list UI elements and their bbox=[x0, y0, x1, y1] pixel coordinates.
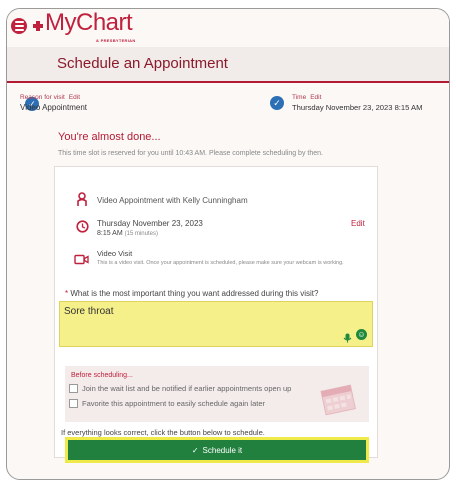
emoji-icon[interactable]: ☺ bbox=[356, 329, 367, 340]
before-scheduling-title: Before scheduling... bbox=[71, 372, 133, 379]
time-text: 8:15 AM bbox=[97, 230, 123, 237]
time-value: Thursday November 23, 2023 8:15 AM bbox=[292, 103, 423, 112]
brand-header: MyChart & PRESBYTERIAN bbox=[7, 9, 449, 47]
logo-subtext: & PRESBYTERIAN bbox=[96, 38, 136, 43]
wait-list-checkbox[interactable] bbox=[69, 384, 78, 393]
reason-value: Video Appointment bbox=[20, 103, 88, 112]
required-mark: * bbox=[65, 289, 69, 298]
favorite-label: Favorite this appointment to easily sche… bbox=[82, 399, 266, 408]
visit-question: * What is the most important thing you w… bbox=[65, 289, 318, 298]
visit-title: Video Visit bbox=[97, 249, 133, 258]
check-icon: ✓ bbox=[191, 445, 199, 455]
wait-list-option[interactable]: Join the wait list and be notified if ea… bbox=[69, 384, 291, 393]
schedule-button[interactable]: ✓ Schedule it bbox=[65, 437, 369, 463]
mic-icon[interactable] bbox=[343, 330, 352, 343]
video-icon bbox=[73, 253, 89, 265]
duration-text: (15 minutes) bbox=[124, 231, 158, 237]
clock-icon bbox=[75, 219, 89, 233]
time-edit-link[interactable]: Edit bbox=[310, 94, 321, 101]
menu-icon[interactable] bbox=[11, 18, 27, 34]
appointment-title: Video Appointment with Kelly Cunningham bbox=[97, 196, 248, 205]
reason-step-label: Reason for visit Edit bbox=[20, 94, 80, 101]
schedule-instructions: If everything looks correct, click the b… bbox=[61, 428, 265, 437]
reserved-notice: This time slot is reserved for you until… bbox=[58, 150, 323, 157]
schedule-button-label: Schedule it bbox=[202, 445, 243, 455]
wait-list-label: Join the wait list and be notified if ea… bbox=[82, 384, 292, 393]
cross-icon bbox=[33, 21, 43, 31]
before-scheduling-panel: Before scheduling... Join the wait list … bbox=[65, 366, 369, 422]
time-step-label: Time Edit bbox=[292, 94, 321, 101]
reason-label: Reason for visit bbox=[20, 94, 65, 101]
reason-edit-link[interactable]: Edit bbox=[69, 94, 80, 101]
person-icon bbox=[75, 191, 89, 207]
time-check-icon: ✓ bbox=[270, 96, 284, 110]
visit-reason-input[interactable]: Sore throat ☺ bbox=[59, 301, 373, 347]
appointment-time: 8:15 AM (15 minutes) bbox=[97, 230, 158, 237]
appointment-card: Video Appointment with Kelly Cunningham … bbox=[54, 166, 378, 458]
calendar-illustration bbox=[315, 380, 361, 418]
favorite-option[interactable]: Favorite this appointment to easily sche… bbox=[69, 399, 265, 408]
appointment-date: Thursday November 23, 2023 bbox=[97, 219, 203, 228]
page-title-bar: Schedule an Appointment bbox=[7, 47, 449, 83]
visit-description: This is a video visit. Once your appoint… bbox=[97, 260, 344, 266]
visit-reason-value: Sore throat bbox=[64, 306, 114, 317]
logo-text: MyChart bbox=[45, 9, 133, 36]
time-label: Time bbox=[292, 94, 307, 101]
almost-done-heading: You're almost done... bbox=[58, 131, 161, 143]
edit-time-link[interactable]: Edit bbox=[351, 219, 365, 228]
question-text: What is the most important thing you wan… bbox=[70, 289, 319, 298]
favorite-checkbox[interactable] bbox=[69, 399, 78, 408]
page-title: Schedule an Appointment bbox=[57, 55, 228, 72]
